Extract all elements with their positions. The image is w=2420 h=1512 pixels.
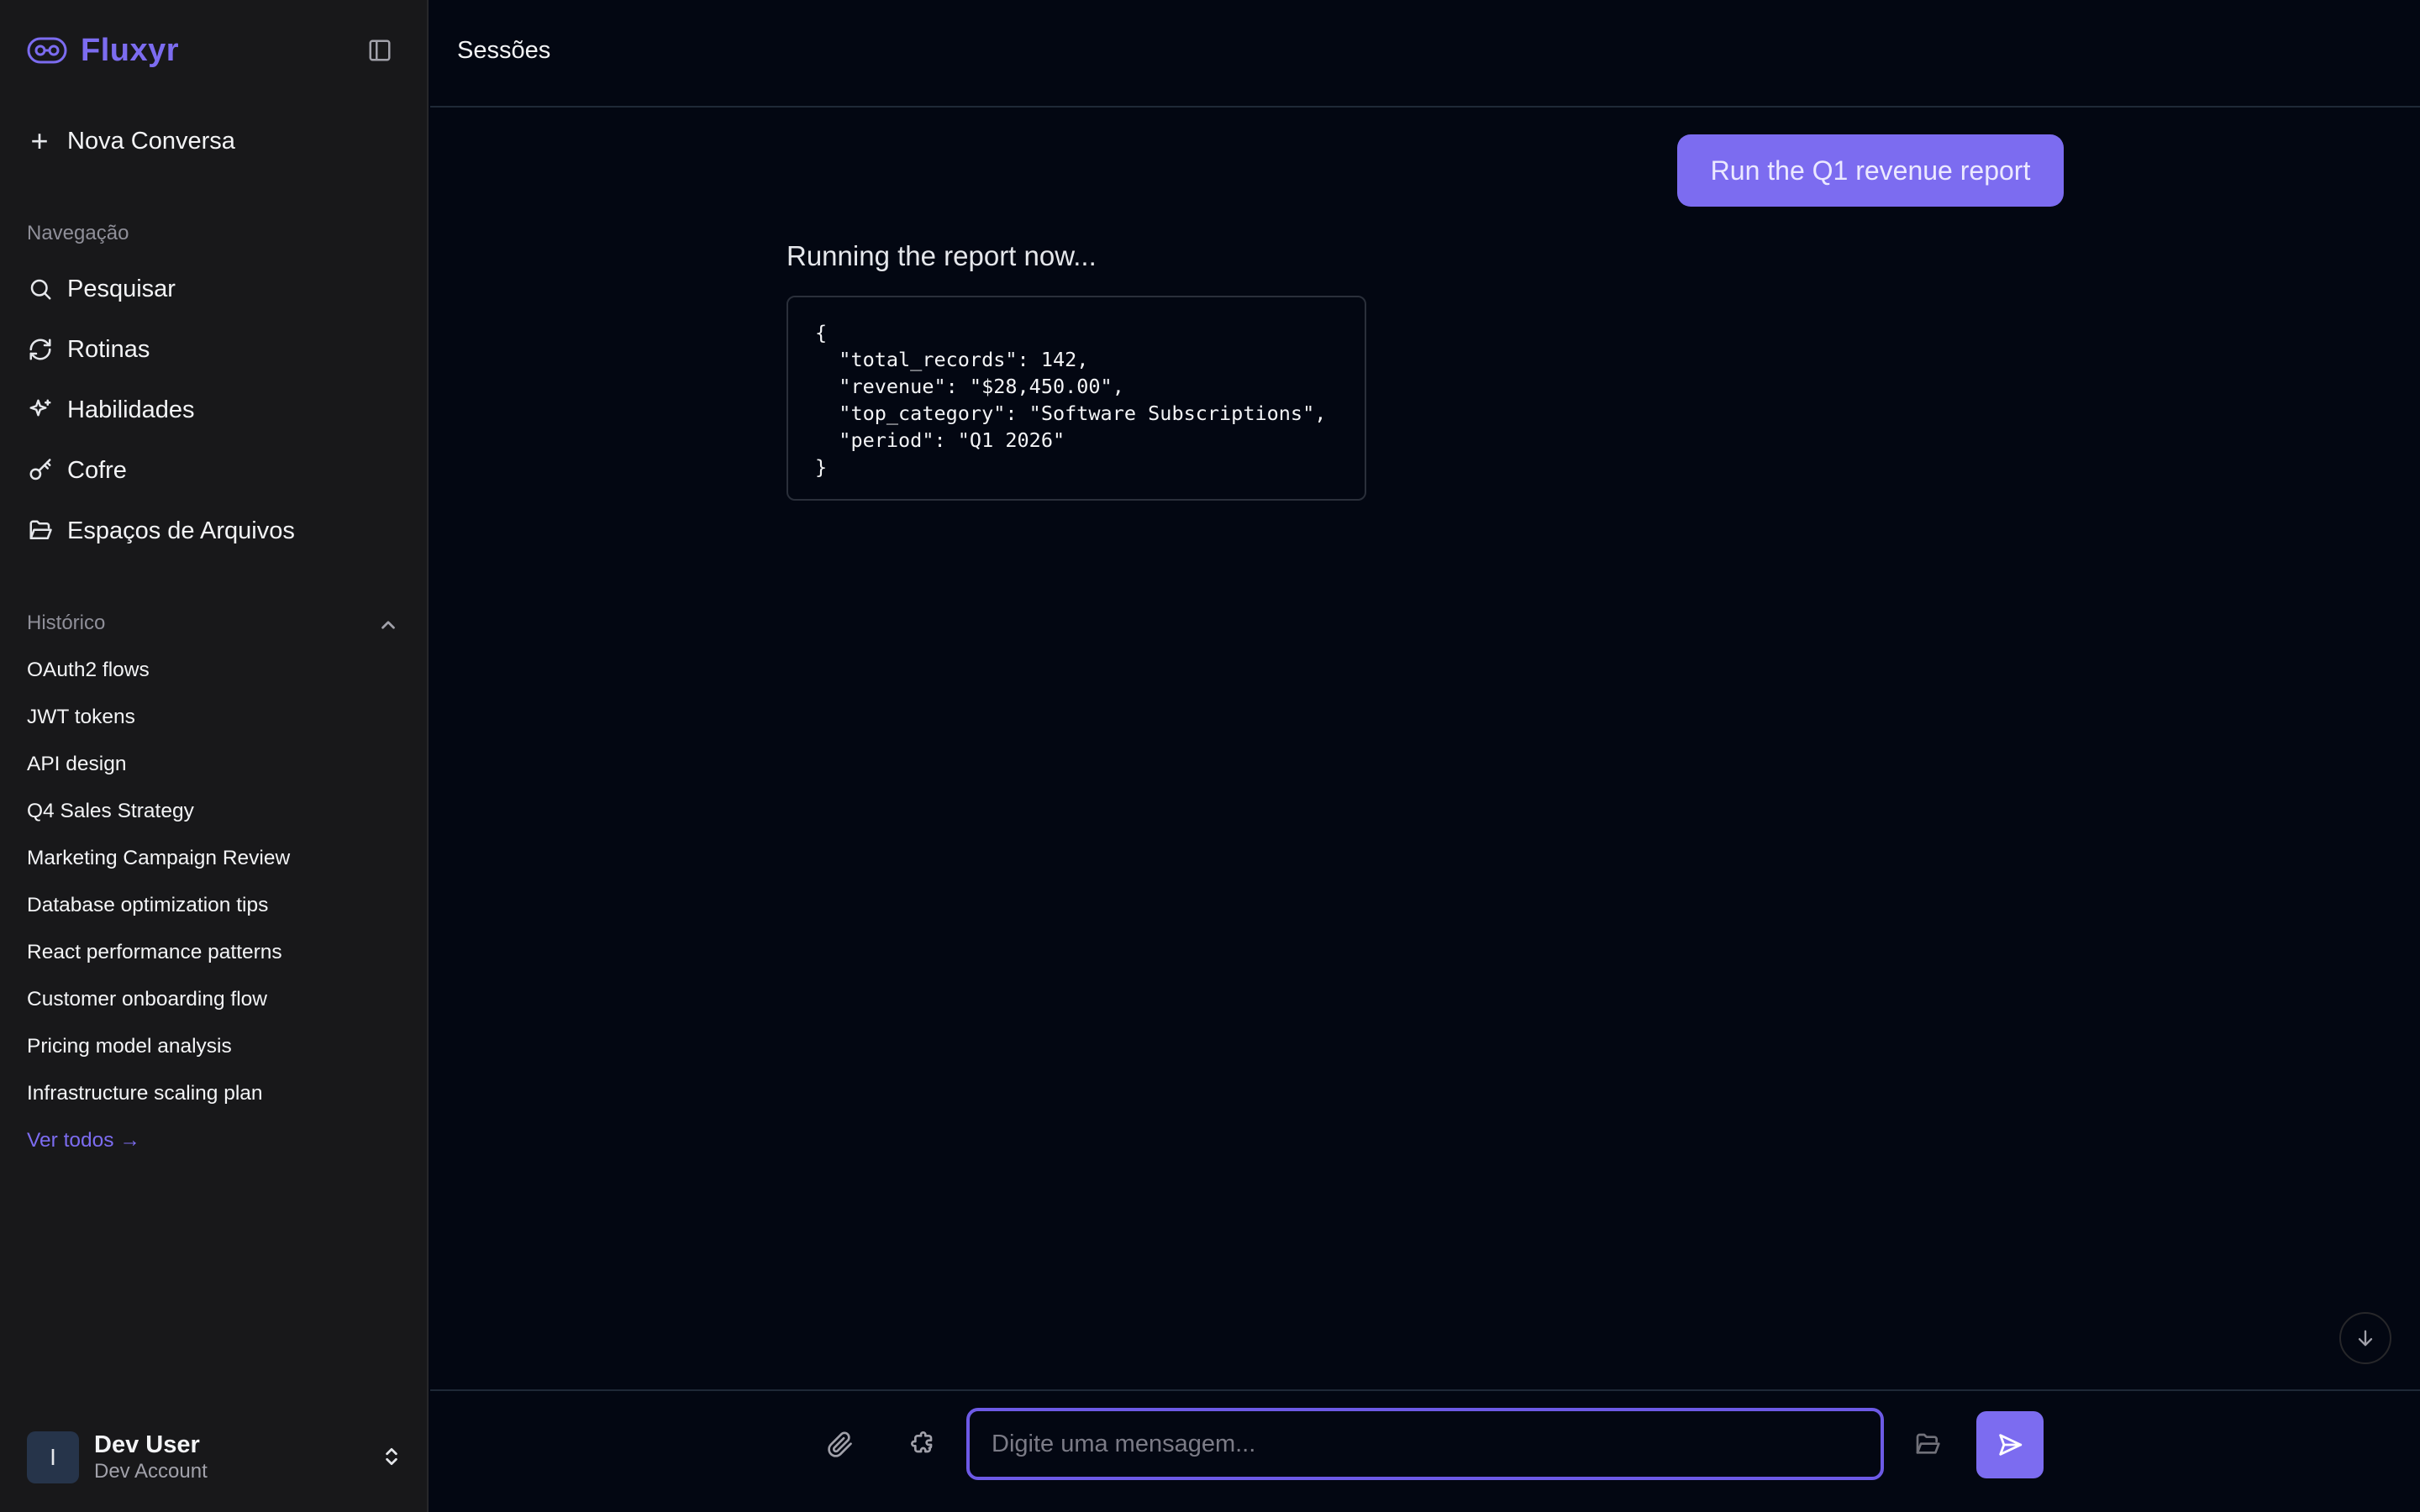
nav-item-file-spaces[interactable]: Espaços de Arquivos (27, 512, 295, 550)
folder-open-icon (1916, 1433, 1940, 1454)
key-icon (27, 457, 54, 484)
app-name: Fluxyr (81, 32, 180, 68)
sidebar: Fluxyr + Nova Conversa Navegação Pesquis… (0, 0, 429, 1512)
send-icon (1999, 1434, 2023, 1456)
history-item[interactable]: Pricing model analysis (27, 1035, 232, 1058)
plugins-button[interactable] (899, 1423, 943, 1467)
attach-button[interactable] (818, 1423, 862, 1467)
history-item[interactable]: Marketing Campaign Review (27, 847, 290, 870)
puzzle-icon (911, 1431, 933, 1453)
scroll-to-bottom-button[interactable] (2339, 1312, 2391, 1364)
history-item[interactable]: React performance patterns (27, 941, 282, 964)
assistant-message-text: Running the report now... (786, 240, 1097, 271)
page-title: Sessões (457, 37, 551, 64)
nav-item-label: Pesquisar (67, 275, 176, 302)
history-section-title: Histórico (27, 612, 106, 634)
avatar: I (27, 1431, 79, 1483)
new-chat-button[interactable]: + Nova Conversa (27, 123, 235, 160)
collapse-history-button[interactable] (375, 612, 402, 638)
nav-item-label: Habilidades (67, 396, 195, 423)
nav-item-label: Rotinas (67, 335, 150, 363)
paperclip-icon (828, 1431, 852, 1457)
history-item[interactable]: Database optimization tips (27, 894, 268, 917)
header: Sessões (430, 0, 2420, 108)
nav-item-vault[interactable]: Cofre (27, 451, 127, 490)
user-info: Dev User Dev Account (94, 1431, 208, 1484)
nav-section-title: Navegação (27, 222, 129, 244)
file-space-button[interactable] (1906, 1423, 1949, 1467)
history-item[interactable]: API design (27, 753, 127, 776)
nav-item-label: Cofre (67, 456, 127, 484)
code-content: { "total_records": 142, "revenue": "$28,… (815, 321, 1327, 479)
plus-icon: + (30, 123, 49, 158)
user-menu[interactable]: I Dev User Dev Account (27, 1428, 405, 1487)
nav-item-search[interactable]: Pesquisar (27, 270, 176, 308)
nav-item-label: Espaços de Arquivos (67, 517, 295, 544)
history-item[interactable]: Customer onboarding flow (27, 988, 267, 1011)
code-block: { "total_records": 142, "revenue": "$28,… (786, 296, 1366, 501)
history-item[interactable]: Infrastructure scaling plan (27, 1082, 263, 1105)
refresh-icon (27, 336, 54, 363)
toggle-sidebar-button[interactable] (363, 34, 397, 67)
chevrons-up-down-icon (378, 1443, 405, 1470)
nav-item-routines[interactable]: Rotinas (27, 330, 150, 369)
sidebar-panel-icon (369, 39, 391, 61)
history-item[interactable]: JWT tokens (27, 706, 135, 729)
search-icon (27, 276, 54, 302)
message-input[interactable] (966, 1408, 1884, 1480)
arrow-down-icon (2358, 1330, 2373, 1347)
nav-item-skills[interactable]: Habilidades (27, 391, 195, 429)
see-all-history-link[interactable]: Ver todos → (27, 1129, 140, 1152)
send-button[interactable] (1976, 1411, 2044, 1478)
history-item[interactable]: OAuth2 flows (27, 659, 150, 682)
user-name: Dev User (94, 1431, 200, 1458)
folder-open-icon (27, 517, 54, 544)
user-message-bubble: Run the Q1 revenue report (1677, 134, 2064, 207)
brand[interactable]: Fluxyr (27, 30, 179, 71)
user-account: Dev Account (94, 1460, 208, 1483)
sparkles-icon (27, 396, 54, 423)
chevron-up-icon (381, 621, 395, 629)
history-item[interactable]: Q4 Sales Strategy (27, 800, 194, 823)
new-chat-label: Nova Conversa (67, 127, 235, 155)
fluxyr-logo-icon (27, 30, 67, 71)
